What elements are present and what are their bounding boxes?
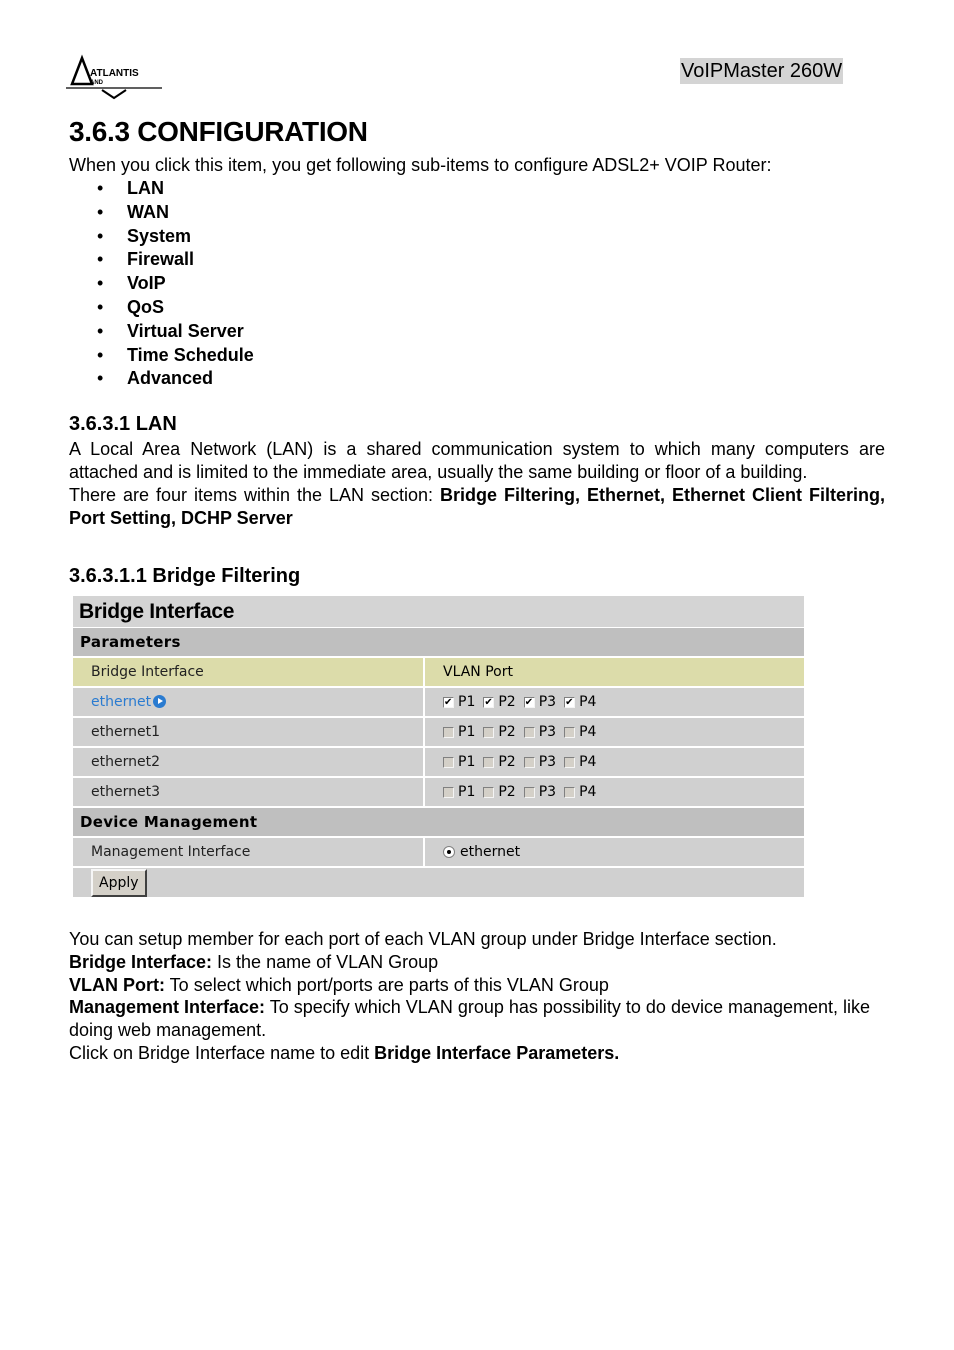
checkbox-p2[interactable] [483, 756, 495, 768]
logo-triangle-icon [70, 54, 94, 86]
list-item: • LAN [97, 178, 164, 198]
checkbox-p4[interactable] [564, 726, 576, 738]
checkbox-p4[interactable] [564, 696, 576, 708]
model-name: VoIPMaster 260W [680, 58, 844, 84]
checkbox-p3[interactable] [523, 696, 535, 708]
management-interface-row: Management Interface ethernet [73, 838, 804, 868]
section-title: 3.6.3 CONFIGURATION [69, 116, 368, 147]
parameters-header: Parameters [73, 628, 804, 658]
list-item: • WAN [97, 201, 169, 222]
table-row: ethernet P1 P2 P3 P4 [73, 688, 804, 718]
col-bridge-interface: Bridge Interface [73, 658, 425, 686]
checkbox-p3[interactable] [523, 756, 535, 768]
sub-items-list: • LAN • WAN • System • Firewall • VoIP • QoS •… [69, 177, 254, 391]
logo-text: ATLANTIS [90, 68, 139, 79]
list-item: • Advanced [97, 368, 214, 389]
checkbox-p3[interactable] [523, 786, 535, 798]
panel-title: Bridge Interface [73, 596, 804, 628]
logo-subtext: AND [90, 80, 104, 86]
play-arrow-icon[interactable] [153, 695, 167, 708]
col-vlan-port: VLAN Port [443, 664, 513, 680]
list-item: • Virtual Server [97, 320, 244, 341]
list-item: • Time Schedule [97, 344, 254, 365]
list-item: • Firewall [97, 249, 195, 270]
management-radio-ethernet[interactable] [443, 846, 455, 858]
checkbox-p1[interactable] [443, 696, 454, 708]
interface-name: ethernet3 [73, 778, 425, 806]
table-row: ethernet1 P1 P2 P3 P4 [73, 718, 804, 748]
bridge-interface-panel: Bridge Interface Parameters Bridge Inter… [73, 596, 804, 897]
lan-description: A Local Area Network (LAN) is a shared c… [69, 439, 885, 528]
bridge-description: You can setup member for each port of ea… [69, 929, 871, 1063]
checkbox-p1[interactable] [443, 786, 454, 798]
apply-button[interactable]: Apply [91, 868, 147, 897]
checkbox-p1[interactable] [443, 726, 454, 738]
bridge-filtering-title: 3.6.3.1.1 Bridge Filtering [69, 565, 301, 587]
device-management-header: Device Management [73, 808, 804, 838]
management-interface-label: Management Interface [73, 838, 425, 866]
section-intro: When you click this item, you get follow… [69, 155, 772, 175]
checkbox-p4[interactable] [564, 786, 576, 798]
interface-name: ethernet2 [73, 748, 425, 776]
list-item: • System [97, 225, 192, 246]
list-item: • QoS [97, 296, 165, 317]
management-radio-label: ethernet [460, 844, 521, 860]
interface-name: ethernet1 [73, 718, 425, 746]
checkbox-p2[interactable] [483, 696, 495, 708]
atlantis-logo: ATLANTIS AND [66, 54, 162, 100]
checkbox-p2[interactable] [483, 726, 495, 738]
checkbox-p1[interactable] [443, 756, 454, 768]
checkbox-p3[interactable] [523, 726, 535, 738]
checkbox-p4[interactable] [564, 756, 576, 768]
lan-title: 3.6.3.1 LAN [69, 413, 177, 435]
table-header: Bridge Interface VLAN Port [73, 658, 804, 688]
list-item: • VoIP [97, 273, 166, 294]
table-row: ethernet2 P1 P2 P3 P4 [73, 748, 804, 778]
interface-link-ethernet[interactable]: ethernet [91, 694, 151, 710]
checkbox-p2[interactable] [483, 786, 495, 798]
table-row: ethernet3 P1 P2 P3 P4 [73, 778, 804, 808]
